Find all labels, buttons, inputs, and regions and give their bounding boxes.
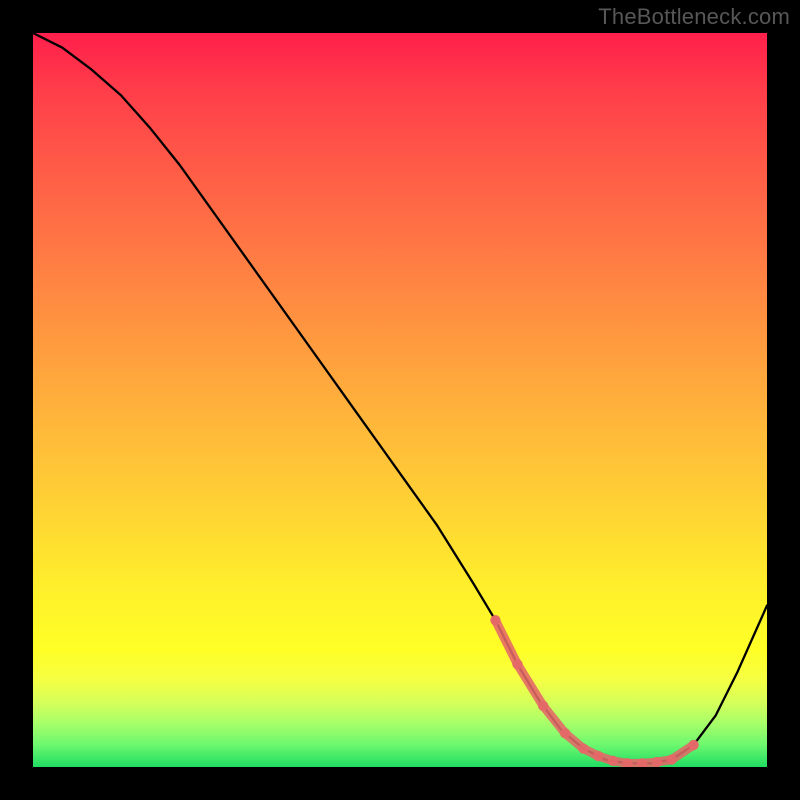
- optimal-range-dot: [593, 751, 603, 761]
- optimal-range-dot: [560, 728, 570, 738]
- optimal-range-dot: [512, 659, 522, 669]
- optimal-range-dot: [608, 756, 618, 766]
- chart-svg: [33, 33, 767, 767]
- optimal-range-dot: [578, 743, 588, 753]
- chart-canvas: TheBottleneck.com: [0, 0, 800, 800]
- optimal-range-dot: [490, 615, 500, 625]
- plot-area: [33, 33, 767, 767]
- bottleneck-curve: [33, 33, 767, 763]
- optimal-range-dot: [652, 757, 662, 767]
- watermark-text: TheBottleneck.com: [598, 4, 790, 30]
- optimal-range-dot: [688, 740, 698, 750]
- optimal-range-marker: [495, 620, 693, 763]
- optimal-range-dot: [538, 701, 548, 711]
- optimal-range-dots: [490, 615, 699, 767]
- optimal-range-dot: [666, 754, 676, 764]
